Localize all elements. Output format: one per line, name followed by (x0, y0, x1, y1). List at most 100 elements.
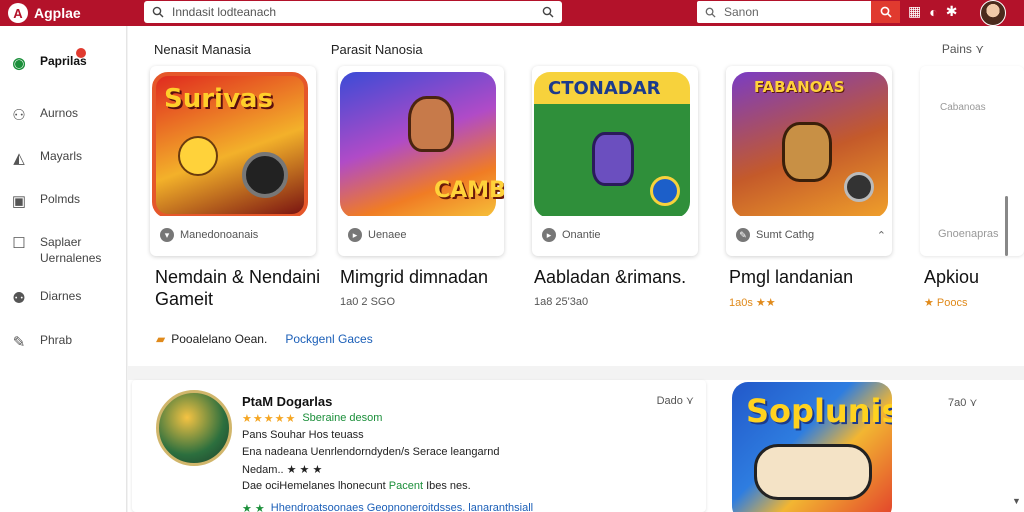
card-title[interactable]: Aabladan &rimans. (534, 266, 686, 288)
game-art: CAMB (338, 66, 504, 216)
tabs-row: Nenasit Manasia Parasit Nanosia (154, 42, 423, 57)
app-logo[interactable]: A Agplae (8, 3, 81, 23)
game-card[interactable]: Surivas ▾ Manedonoanais (150, 66, 316, 256)
sidebar-item-edit[interactable]: ✎ Phrab (10, 333, 72, 351)
search-submit-icon[interactable] (542, 6, 554, 18)
play-icon: ▸ (542, 228, 556, 242)
apps-icon: ⚇ (12, 107, 26, 124)
tab-secondary[interactable]: Parasit Nanosia (331, 42, 423, 57)
sidebar-item-label: Polmds (40, 192, 81, 206)
tag-secondary[interactable]: Pockgenl Gaces (285, 332, 372, 346)
featured-link[interactable]: Hhendroatsoonaes Geopnoneroitdsses. lana… (271, 502, 533, 512)
sidebar-item-label: Mayarls (40, 149, 83, 163)
featured-rating: ★★★★★ Sberaine desom (242, 412, 382, 425)
sidebar-item-home[interactable]: ◉ Paprilas (10, 48, 87, 72)
game-card[interactable]: CTONADAR ▸ Onantie (532, 66, 698, 256)
card-meta-label: Sumt Cathg (756, 229, 815, 241)
notification-badge (76, 48, 86, 58)
shield-icon[interactable]: ◐ (929, 4, 937, 20)
logo-text: Agplae (34, 5, 81, 21)
chevron-up-icon[interactable]: ⌃ (877, 229, 886, 242)
sidebar-item-apps[interactable]: ⚇ Aurnos (10, 106, 78, 124)
gamepad-icon (754, 444, 872, 500)
card-meta-label: Gnoenapras (938, 228, 999, 240)
card-rating: 1a0s ★★ (729, 297, 776, 309)
game-card[interactable]: FABANOAS ✎ Sumt Cathg ⌃ (726, 66, 892, 256)
star-rating-icon: ★★★★★ (242, 413, 297, 425)
featured-title[interactable]: PtaM Dogarlas (242, 394, 332, 409)
hero-icon (408, 96, 454, 152)
card-title[interactable]: Pmgl landanian (729, 266, 853, 288)
game-card[interactable]: Cabanoas Gnoenapras (920, 66, 1024, 256)
avatar[interactable] (980, 0, 1006, 26)
tag-row: ▰ Pooalelano Oean. Pockgenl Gaces (156, 332, 373, 346)
search-input[interactable]: Inndasit lodteanach (172, 5, 534, 19)
search-icon (152, 6, 164, 18)
game-art-text: Cabanoas (940, 102, 986, 113)
game-art-text: CAMB (434, 178, 504, 203)
section-divider (128, 366, 1024, 380)
search-button[interactable] (871, 1, 900, 23)
card-meta: ✎ Sumt Cathg ⌃ (736, 228, 886, 242)
emoji-icon (178, 136, 218, 176)
edit-icon: ✎ (736, 228, 750, 242)
card-meta: ▸ Uenaee (348, 228, 407, 242)
card-meta-label: Uenaee (368, 229, 407, 241)
game-art-text: FABANOAS (754, 78, 845, 96)
game-art-text: Surivas (164, 84, 273, 114)
secondary-search-input[interactable]: Sanon (724, 5, 759, 19)
main-search-bar[interactable]: Inndasit lodteanach (144, 1, 562, 23)
card-meta: ▾ Manedonoanais (160, 228, 258, 242)
sidebar-item-label: Diarnes (40, 289, 82, 303)
card-title[interactable]: Mimgrid dimnadan (340, 266, 488, 288)
warrior-icon (782, 122, 832, 182)
scroll-down-icon[interactable]: ▼ (1012, 496, 1021, 506)
game-art: Cabanoas (920, 66, 1024, 216)
tab-primary[interactable]: Nenasit Manasia (154, 42, 251, 57)
featured-app-icon (156, 390, 232, 466)
game-art-text: CTONADAR (548, 78, 661, 99)
game-art: Surivas (150, 66, 316, 216)
wheel-icon (242, 152, 288, 198)
sidebar-item-games[interactable]: ⚉ Diarnes (10, 289, 81, 307)
sort-dropdown[interactable]: Pains ⋎ (942, 42, 984, 56)
search-icon (705, 7, 716, 18)
card-rating: 1a0 2 SGO (340, 296, 396, 308)
gamepad-icon: ⚉ (12, 290, 26, 307)
target-icon (844, 172, 874, 202)
featured-sort-dropdown[interactable]: Dado ⋎ (657, 394, 694, 407)
card-meta: Gnoenapras (938, 228, 999, 240)
tag-primary[interactable]: ▰ Pooalelano Oean. (156, 332, 267, 346)
grid-icon[interactable]: ▦ (908, 3, 921, 20)
featured-line: Ena nadeana Uenrlendorndyden/s Serace le… (242, 446, 500, 458)
info-icon: ▾ (160, 228, 174, 242)
badge-icon (650, 176, 680, 206)
featured-rating-text: Sberaine desom (302, 412, 383, 424)
character-icon (592, 132, 634, 186)
card-meta-label: Manedonoanais (180, 229, 259, 241)
promo-tile[interactable]: Soplunis (732, 382, 892, 512)
featured-line: Pans Souhar Hos teuass (242, 429, 364, 441)
status-tail: Ibes nes. (426, 480, 471, 492)
play-icon: ▸ (348, 228, 362, 242)
game-card[interactable]: CAMB ▸ Uenaee (338, 66, 504, 256)
right-panel: 7a0 ⋎ (906, 382, 1024, 512)
sidebar-item-saplaer[interactable]: ☐ Saplaer Uernalenes (10, 234, 101, 266)
sidebar-item-charts[interactable]: ◭ Mayarls (10, 149, 82, 167)
edit-icon: ✎ (12, 334, 26, 351)
status-accent: Pacent (388, 480, 424, 492)
sidebar-item-books[interactable]: ▣ Polmds (10, 192, 80, 210)
sidebar-item-label: Phrab (40, 333, 73, 347)
featured-app-card[interactable]: PtaM Dogarlas ★★★★★ Sberaine desom Pans … (132, 380, 706, 512)
scrollbar-thumb[interactable] (1005, 196, 1008, 256)
book-icon: ▣ (11, 193, 27, 210)
card-title[interactable]: Apkiou (924, 266, 979, 288)
top-icons: ▦ ◐ ✱ (908, 3, 957, 20)
sidebar: ◉ Paprilas ⚇ Aurnos ◭ Mayarls ▣ Polmds ☐… (0, 26, 127, 512)
search-icon (880, 6, 892, 18)
right-sort-dropdown[interactable]: 7a0 ⋎ (948, 396, 977, 409)
settings-icon[interactable]: ✱ (946, 3, 958, 20)
card-title[interactable]: Nemdain & Nendaini Gameit (155, 266, 320, 310)
secondary-search-bar[interactable]: Sanon (697, 1, 871, 23)
home-icon: ◉ (12, 55, 26, 72)
